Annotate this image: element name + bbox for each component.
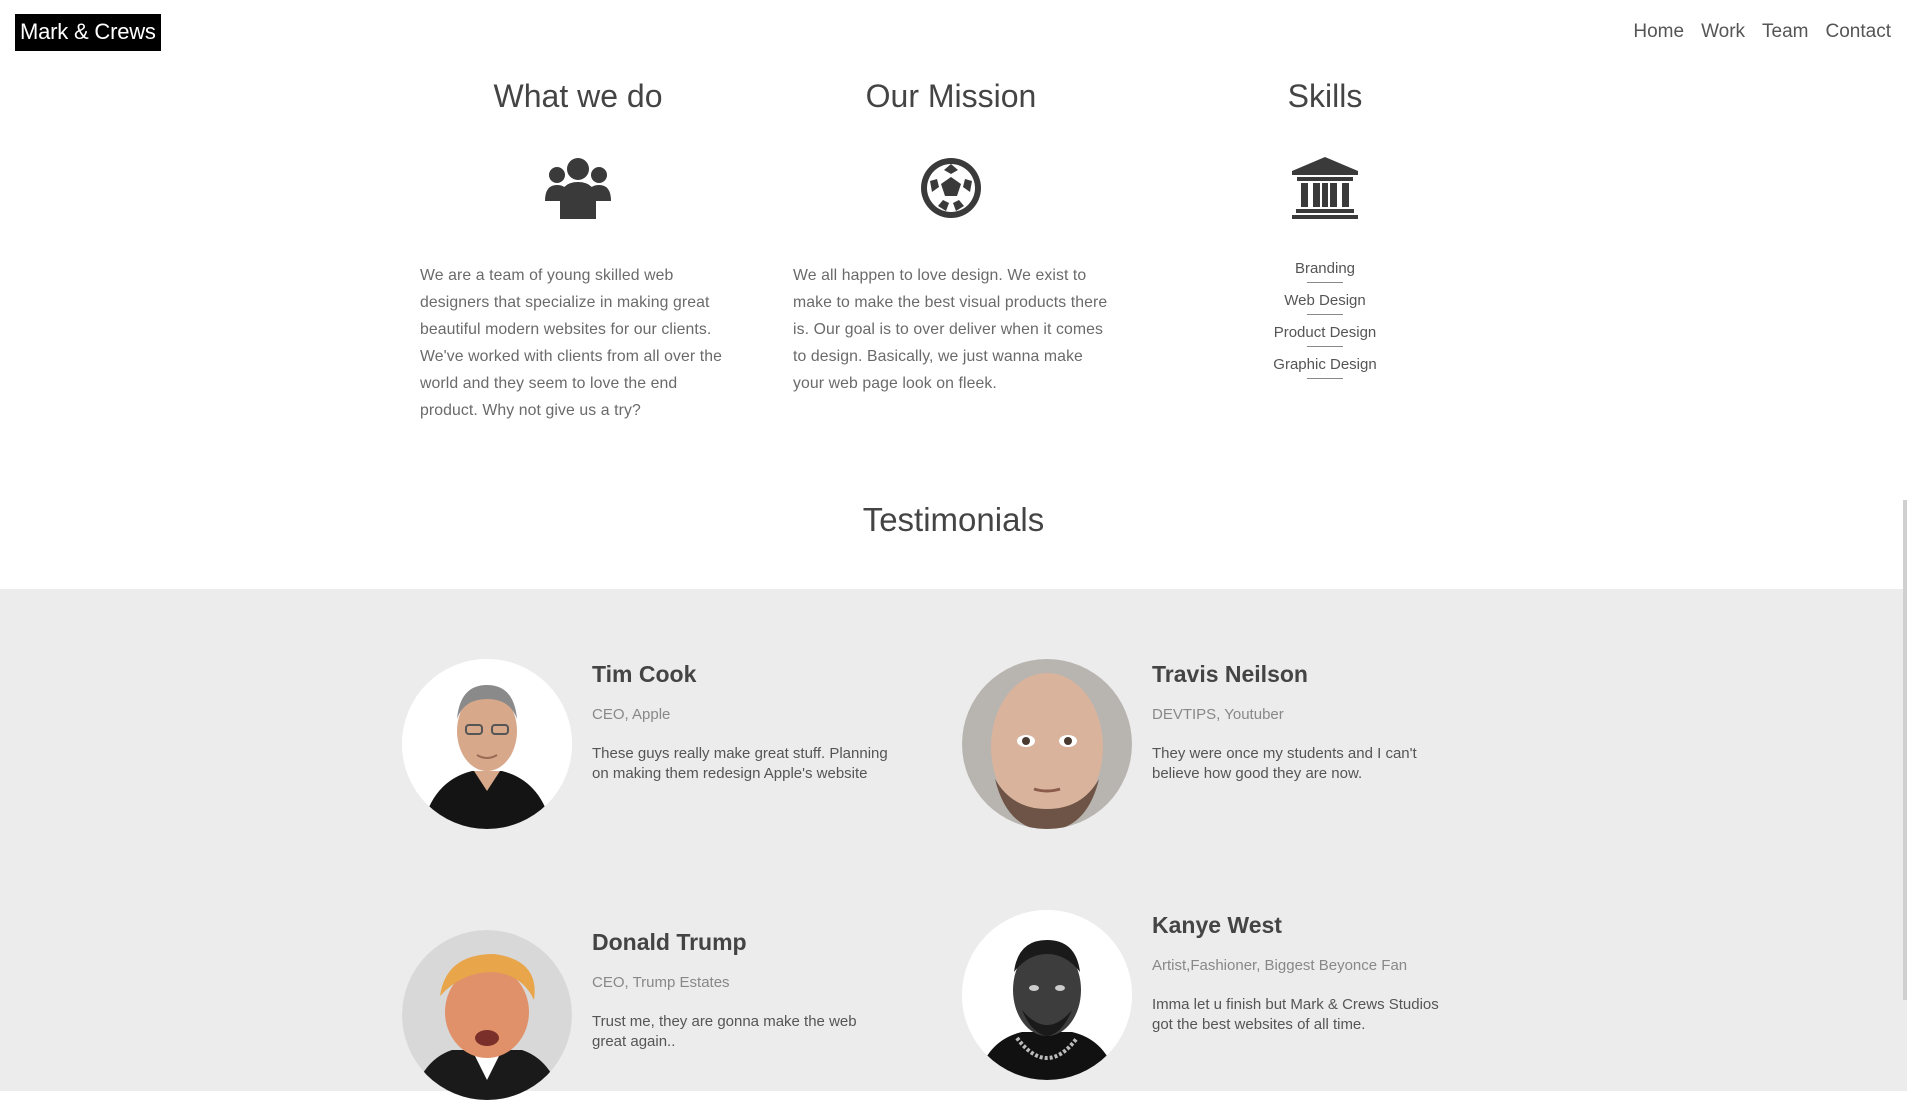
testimonials-panel xyxy=(0,589,1907,1091)
skill-product-design[interactable]: Product Design xyxy=(1167,324,1483,347)
what-we-do-section: What we do We are a team of young skille… xyxy=(420,74,736,424)
skill-graphic-design[interactable]: Graphic Design xyxy=(1167,356,1483,379)
nav-home[interactable]: Home xyxy=(1633,20,1684,44)
soccer-ball-icon xyxy=(916,156,986,220)
avatar xyxy=(962,910,1132,1080)
what-we-do-text: We are a team of young skilled web desig… xyxy=(420,267,723,419)
skill-branding[interactable]: Branding xyxy=(1167,260,1483,283)
brand-logo[interactable]: Mark & Crews xyxy=(15,14,161,51)
testimonials-title: Testimonials xyxy=(862,501,1045,538)
testimonial-name: Kanye West xyxy=(1152,912,1282,938)
skills-title: Skills xyxy=(1287,78,1363,114)
mission-section: Our Mission We all happen to love design… xyxy=(793,74,1109,397)
testimonial-body: Kanye West Artist,Fashioner, Biggest Bey… xyxy=(1152,910,1492,1035)
testimonial-name: Travis Neilson xyxy=(1152,661,1308,687)
testimonial-role: CEO, Trump Estates xyxy=(592,974,730,991)
nav-team[interactable]: Team xyxy=(1762,20,1808,44)
nav-work[interactable]: Work xyxy=(1701,20,1745,44)
avatar xyxy=(402,930,572,1100)
testimonial-role: Artist,Fashioner, Biggest Beyonce Fan xyxy=(1152,957,1408,974)
avatar xyxy=(402,659,572,829)
testimonial-quote: Trust me, they are gonna make the web gr… xyxy=(592,1013,857,1050)
testimonial-quote: Imma let u finish but Mark & Crews Studi… xyxy=(1152,996,1439,1033)
testimonial-name: Donald Trump xyxy=(592,929,747,955)
testimonial-name: Tim Cook xyxy=(592,661,697,687)
testimonial-body: Tim Cook CEO, Apple These guys really ma… xyxy=(592,659,932,784)
users-icon xyxy=(543,156,613,220)
page-scrollbar[interactable] xyxy=(1903,500,1907,1000)
mission-text: We all happen to love design. We exist t… xyxy=(793,267,1108,392)
nav-contact[interactable]: Contact xyxy=(1826,20,1891,44)
testimonial-body: Donald Trump CEO, Trump Estates Trust me… xyxy=(592,927,932,1052)
what-we-do-title: What we do xyxy=(493,78,663,114)
bank-icon xyxy=(1290,156,1360,220)
testimonial-role: CEO, Apple xyxy=(592,706,671,723)
avatar xyxy=(962,659,1132,829)
skill-web-design[interactable]: Web Design xyxy=(1167,292,1483,315)
testimonial-quote: These guys really make great stuff. Plan… xyxy=(592,745,888,782)
mission-title: Our Mission xyxy=(865,78,1037,114)
skills-section: Skills Branding Web Design Product Desig… xyxy=(1167,74,1483,388)
testimonial-quote: They were once my students and I can't b… xyxy=(1152,745,1417,782)
testimonial-role: DEVTIPS, Youtuber xyxy=(1152,706,1284,723)
testimonial-body: Travis Neilson DEVTIPS, Youtuber They we… xyxy=(1152,659,1492,784)
skills-list: Branding Web Design Product Design Graph… xyxy=(1167,260,1483,379)
main-nav: Home Work Team Contact xyxy=(1633,20,1891,44)
